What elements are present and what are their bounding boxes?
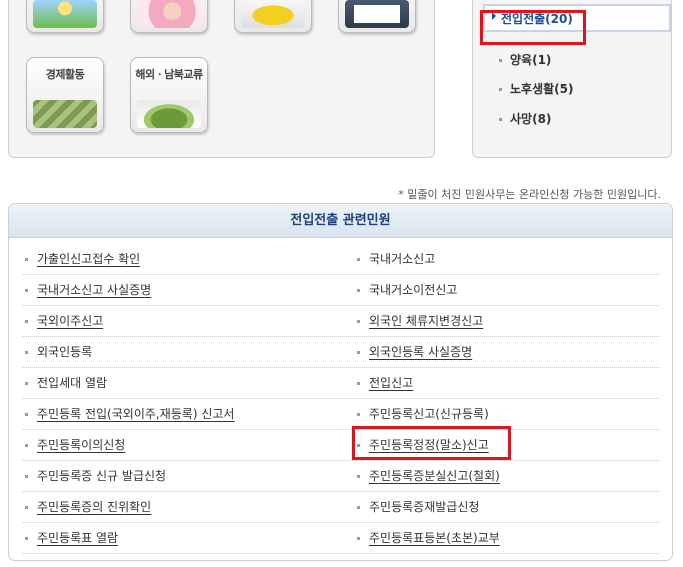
service-item-right: 국내거소신고 [357, 244, 435, 274]
globe-icon [137, 100, 201, 128]
bullet-icon [499, 59, 502, 62]
service-item-right: 주민등록증재발급신청 [357, 492, 479, 522]
subcategory-item-parenting[interactable]: 양육(1) [499, 51, 551, 68]
bullet-icon [357, 506, 360, 509]
category-tile-overseas[interactable]: 해외ㆍ남북교류 [130, 57, 208, 133]
service-link[interactable]: 국내거소신고 사실증명 [37, 283, 151, 297]
service-link[interactable]: 전입신고 [369, 376, 413, 390]
service-item-left[interactable]: 주민등록 전입(국외이주,재등록) 신고서 [25, 399, 234, 429]
bullet-icon [357, 289, 360, 292]
service-label: 외국인등록 [37, 345, 93, 359]
service-item-left: 전입세대 열람 [25, 368, 107, 398]
monitor-icon [345, 0, 409, 28]
bullet-icon [357, 413, 360, 416]
service-row: 주민등록증의 진위확인 주민등록증재발급신청 [23, 492, 659, 523]
bullet-icon [25, 382, 28, 385]
service-row: 국외이주신고 외국인 체류지변경신고 [23, 306, 659, 337]
service-link[interactable]: 주민등록표등본(초본)교부 [369, 531, 500, 545]
service-item-right[interactable]: 외국인 체류지변경신고 [357, 306, 483, 336]
bullet-icon [25, 258, 28, 261]
category-tile-3[interactable] [234, 0, 312, 33]
service-item-right: 주민등록신고(신규등록) [357, 399, 489, 429]
category-tile-economy-label: 경제활동 [45, 68, 85, 81]
bullet-icon [499, 118, 502, 121]
category-tile-overseas-label: 해외ㆍ남북교류 [135, 68, 203, 81]
service-link[interactable]: 가출인신고접수 확인 [37, 252, 140, 266]
service-link[interactable]: 주민등록이의신청 [37, 438, 125, 452]
bullet-icon [357, 475, 360, 478]
service-link[interactable]: 주민등록증분실신고(철회) [369, 469, 500, 483]
service-label: 주민등록증재발급신청 [369, 500, 480, 514]
service-label: 주민등록신고(신규등록) [369, 407, 489, 421]
bullet-icon [357, 258, 360, 261]
bullet-icon [25, 475, 28, 478]
car-icon [241, 0, 305, 28]
category-tile-2[interactable] [130, 0, 208, 33]
subcategory-label: 양육(1) [510, 53, 552, 67]
subcategory-item-retirement[interactable]: 노후생활(5) [499, 80, 573, 97]
service-row: 주민등록증 신규 발급신청 주민등록증분실신고(철회) [23, 461, 659, 492]
category-tile-1[interactable] [26, 0, 104, 33]
category-tile-4[interactable] [338, 0, 416, 33]
bullet-icon [499, 88, 502, 91]
bullet-icon [357, 351, 360, 354]
landscape-icon [33, 0, 97, 28]
service-label: 전입세대 열람 [37, 376, 108, 390]
service-row: 외국인등록 외국인등록 사실증명 [23, 337, 659, 368]
service-item-left[interactable]: 주민등록이의신청 [25, 430, 125, 460]
service-item-left: 주민등록증 신규 발급신청 [25, 461, 166, 491]
bullet-icon [357, 382, 360, 385]
service-link[interactable]: 국외이주신고 [37, 314, 103, 328]
service-item-left[interactable]: 국외이주신고 [25, 306, 103, 336]
highlight-box-service [352, 426, 511, 460]
service-row: 국내거소신고 사실증명 국내거소이전신고 [23, 275, 659, 306]
category-tile-economy[interactable]: 경제활동 [26, 57, 104, 133]
service-link[interactable]: 주민등록 전입(국외이주,재등록) 신고서 [37, 407, 234, 421]
service-item-left[interactable]: 주민등록증의 진위확인 [25, 492, 151, 522]
service-item-left[interactable]: 가출인신고접수 확인 [25, 244, 140, 274]
bullet-icon [25, 351, 28, 354]
bullet-icon [25, 537, 28, 540]
service-label: 국내거소신고 [369, 252, 436, 266]
service-item-left: 외국인등록 [25, 337, 92, 367]
bullet-icon [357, 537, 360, 540]
subcategory-label: 노후생활(5) [510, 82, 574, 96]
service-item-left[interactable]: 국내거소신고 사실증명 [25, 275, 151, 305]
bullet-icon [25, 320, 28, 323]
subcategory-label: 사망(8) [510, 112, 552, 126]
subcategory-item-death[interactable]: 사망(8) [499, 110, 551, 127]
bullet-icon [25, 506, 28, 509]
bullet-icon [357, 320, 360, 323]
services-list: 가출인신고접수 확인 국내거소신고국내거소신고 사실증명 국내거소이전신고국외이주신… [23, 244, 659, 554]
service-link[interactable]: 외국인 체류지변경신고 [369, 314, 483, 328]
baby-icon [137, 0, 201, 28]
service-label: 주민등록증 신규 발급신청 [37, 469, 167, 483]
category-panel: 경제활동 해외ㆍ남북교류 [8, 0, 435, 158]
service-row: 가출인신고접수 확인 국내거소신고 [23, 244, 659, 275]
service-link[interactable]: 주민등록표 열람 [37, 531, 118, 545]
service-item-right[interactable]: 주민등록표등본(초본)교부 [357, 523, 500, 553]
highlight-box-subcategory [480, 10, 586, 45]
bullet-icon [25, 289, 28, 292]
service-row: 주민등록표 열람 주민등록표등본(초본)교부 [23, 523, 659, 554]
service-item-left[interactable]: 주민등록표 열람 [25, 523, 118, 553]
services-panel: 전입전출 관련민원 가출인신고접수 확인 국내거소신고 국내거소신고 사실증명 국내거… [8, 203, 673, 561]
service-item-right[interactable]: 외국인등록 사실증명 [357, 337, 472, 367]
bullet-icon [25, 413, 28, 416]
service-item-right: 국내거소이전신고 [357, 275, 457, 305]
service-row: 주민등록이의신청 주민등록정정(말소)신고 [23, 430, 659, 461]
service-label: 국내거소이전신고 [369, 283, 458, 297]
online-notice: * 밑줄이 처진 민원사무는 온라인신청 가능한 민원입니다. [398, 188, 661, 201]
service-item-right[interactable]: 전입신고 [357, 368, 413, 398]
service-row: 전입세대 열람 전입신고 [23, 368, 659, 399]
bullet-icon [25, 444, 28, 447]
service-item-right[interactable]: 주민등록증분실신고(철회) [357, 461, 500, 491]
money-icon [33, 100, 97, 128]
service-link[interactable]: 외국인등록 사실증명 [369, 345, 472, 359]
service-link[interactable]: 주민등록증의 진위확인 [37, 500, 151, 514]
service-row: 주민등록 전입(국외이주,재등록) 신고서 주민등록신고(신규등록) [23, 399, 659, 430]
services-title: 전입전출 관련민원 [9, 204, 672, 238]
